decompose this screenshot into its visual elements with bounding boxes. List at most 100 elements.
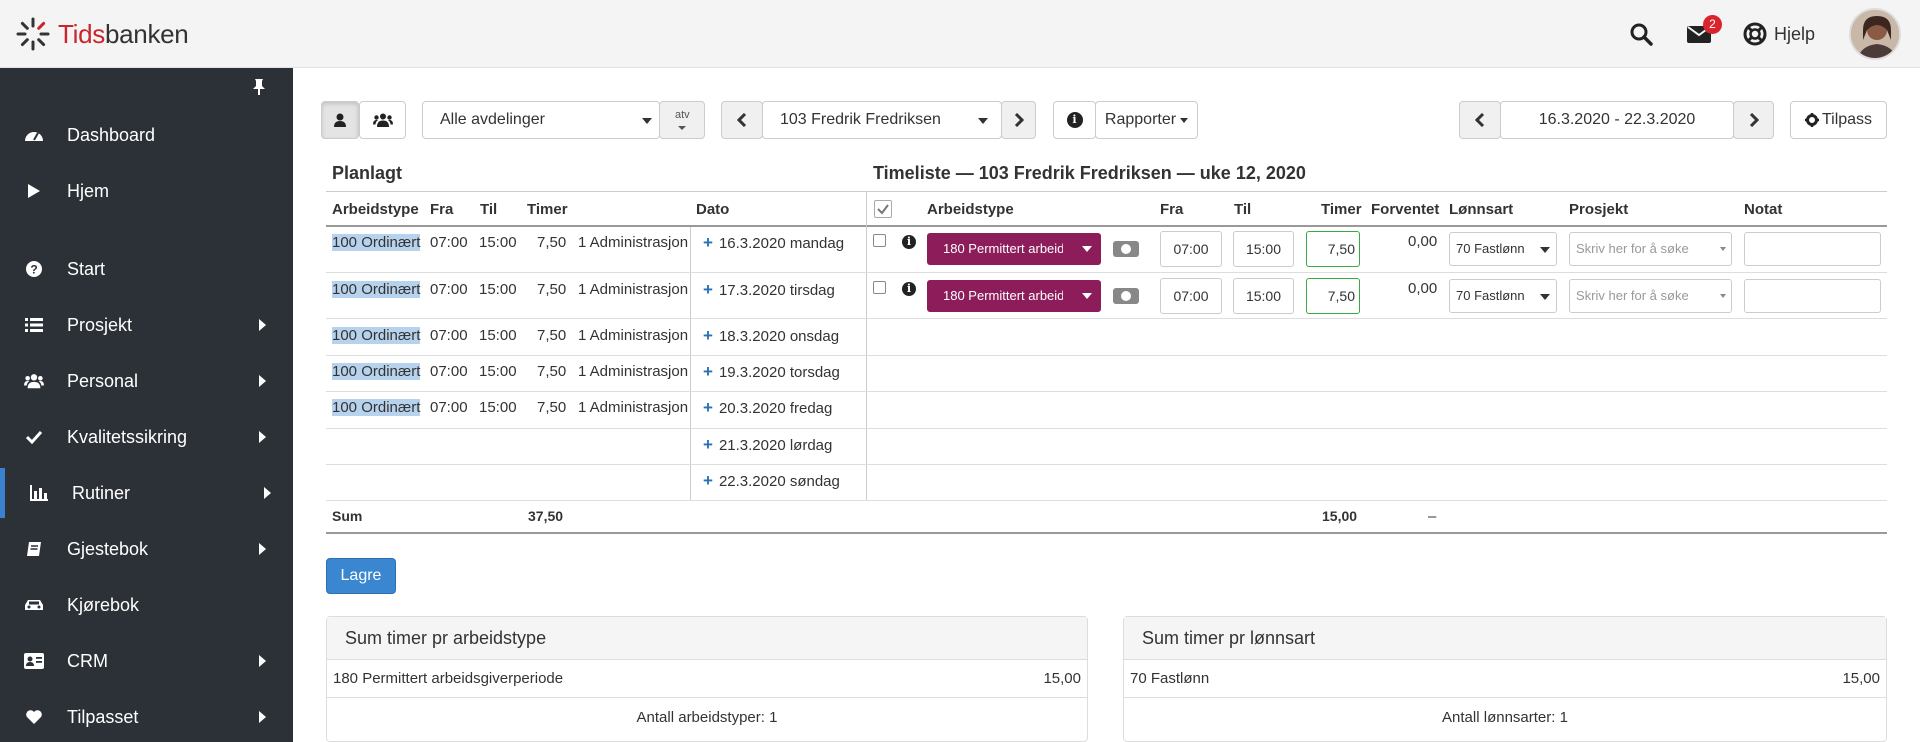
bar-chart-icon (29, 483, 49, 503)
salary-type-select[interactable]: 70 Fastlønn (1449, 279, 1557, 313)
previous-employee-button[interactable] (721, 101, 763, 139)
sidebar-item-hjem[interactable]: Hjem (0, 166, 293, 216)
single-user-view-button[interactable] (321, 101, 359, 139)
row-checkbox[interactable] (873, 234, 886, 247)
timesheet-sum-hours: 15,00 (1322, 508, 1358, 524)
sum-label: Sum (332, 508, 363, 524)
info-icon[interactable]: i (902, 282, 916, 296)
next-week-button[interactable] (1733, 101, 1774, 139)
sidebar-item-label: Prosjekt (67, 314, 133, 335)
planned-date-cell[interactable]: +17.3.2020 tirsdag (703, 280, 835, 300)
salary-type-select[interactable]: 70 Fastlønn (1449, 232, 1557, 266)
planned-date-cell[interactable]: +16.3.2020 mandag (703, 233, 844, 253)
sidebar-item-start[interactable]: ? Start (0, 244, 293, 294)
previous-week-button[interactable] (1459, 101, 1501, 139)
remove-row-button[interactable] (1113, 241, 1139, 257)
to-time-input[interactable]: 15:00 (1233, 278, 1294, 314)
hours-input[interactable]: 7,50 (1306, 278, 1360, 314)
row-rule (326, 272, 1887, 273)
worktype-select-value: 180 Permittert arbeidsgiverperiode (943, 288, 1063, 303)
dropdown-caret-icon (642, 118, 652, 124)
caret-right-icon (259, 543, 266, 555)
from-time-input[interactable]: 07:00 (1160, 231, 1222, 267)
planned-date-cell[interactable]: +21.3.2020 lørdag (703, 435, 832, 455)
planned-from: 07:00 (430, 399, 468, 416)
plus-icon: + (703, 398, 713, 417)
sum-per-salary-type-panel: Sum timer pr lønnsart 70 Fastlønn 15,00 … (1123, 616, 1887, 742)
planned-date-cell[interactable]: +18.3.2020 onsdag (703, 326, 839, 346)
list-item: 70 Fastlønn 15,00 (1124, 660, 1886, 698)
col-header-ts-salary: Lønnsart (1449, 201, 1514, 218)
sidebar-item-personal[interactable]: Personal (0, 356, 293, 406)
summary-value: 15,00 (1043, 670, 1081, 687)
help-link[interactable]: Hjelp (1774, 24, 1815, 45)
sidebar-item-prosjekt[interactable]: Prosjekt (0, 300, 293, 350)
planned-worktype: 100 Ordinært (332, 234, 421, 251)
planned-hours: 7,50 (537, 281, 567, 298)
plus-icon: + (703, 362, 713, 381)
to-time-input[interactable]: 15:00 (1233, 231, 1294, 267)
chevron-right-icon (1014, 113, 1024, 127)
worktype-select[interactable]: 180 Permittert arbeidsgiverperiode (927, 233, 1101, 265)
dropdown-caret-icon (1082, 246, 1092, 252)
planned-hours: 7,50 (537, 234, 567, 251)
info-button[interactable]: i (1053, 101, 1096, 139)
planned-date: 18.3.2020 onsdag (718, 328, 840, 345)
worktype-select[interactable]: 180 Permittert arbeidsgiverperiode (927, 280, 1101, 312)
save-button[interactable]: Lagre (326, 558, 396, 594)
sidebar-item-gjestebok[interactable]: Gjestebok (0, 524, 293, 574)
dashboard-icon (24, 125, 44, 145)
user-avatar[interactable] (1849, 8, 1901, 60)
col-header-hours: Timer (527, 201, 568, 218)
info-icon[interactable]: i (902, 235, 916, 249)
list-item: 180 Permittert arbeidsgiverperiode 15,00 (327, 660, 1087, 698)
planned-date-cell[interactable]: +20.3.2020 fredag (703, 398, 832, 418)
department-select-value: Alle avdelinger (440, 111, 545, 128)
planned-date-cell[interactable]: +22.3.2020 søndag (703, 471, 840, 491)
mail-badge: 2 (1703, 15, 1722, 34)
sidebar-item-crm[interactable]: CRM (0, 636, 293, 686)
employee-select[interactable]: 103 Fredrik Fredriksen (762, 101, 1002, 139)
col-header-ts-to: Til (1234, 201, 1252, 218)
help-lifebuoy-icon[interactable] (1743, 22, 1767, 50)
sidebar-item-kjorebok[interactable]: Kjørebok (0, 580, 293, 630)
chevron-left-icon (737, 113, 747, 127)
project-search-select[interactable]: Skriv her for å søke (1569, 279, 1732, 313)
note-input[interactable] (1744, 232, 1881, 266)
sidebar-item-label: Kjørebok (67, 594, 140, 615)
select-all-checkbox[interactable] (874, 200, 892, 218)
sidebar-item-dashboard[interactable]: Dashboard (0, 110, 293, 160)
project-search-select[interactable]: Skriv her for å søke (1569, 232, 1732, 266)
sidebar-item-kvalitetssikring[interactable]: Kvalitetssikring (0, 412, 293, 462)
reports-dropdown[interactable]: Rapporter (1095, 101, 1198, 139)
row-checkbox[interactable] (873, 281, 886, 294)
hours-input[interactable]: 7,50 (1306, 231, 1360, 267)
plus-icon: + (703, 233, 713, 252)
timesheet-sum-expected: – (1428, 508, 1437, 525)
group-view-button[interactable] (359, 101, 406, 139)
mail-icon[interactable]: 2 (1687, 15, 1722, 48)
customize-button[interactable]: Tilpass (1790, 101, 1887, 139)
panel-title: Sum timer pr lønnsart (1124, 617, 1886, 660)
note-input[interactable] (1744, 279, 1881, 313)
dropdown-caret-icon (1082, 293, 1092, 299)
sidebar-item-tilpasset[interactable]: Tilpasset (0, 692, 293, 742)
users-icon (372, 113, 393, 127)
col-header-to: Til (480, 201, 498, 218)
heart-icon (24, 707, 44, 727)
plus-icon: + (703, 326, 713, 345)
remove-row-button[interactable] (1113, 288, 1139, 304)
tidsbanken-logo[interactable]: Tidsbanken (16, 17, 189, 51)
date-range-picker[interactable]: 16.3.2020 - 22.3.2020 (1500, 101, 1734, 139)
play-icon (24, 181, 44, 201)
department-select[interactable]: Alle avdelinger (422, 101, 660, 139)
sidebar-item-rutiner[interactable]: Rutiner (0, 468, 293, 518)
planned-date-cell[interactable]: +19.3.2020 torsdag (703, 362, 840, 382)
car-icon (24, 595, 44, 615)
next-employee-button[interactable] (1001, 101, 1036, 139)
pin-icon[interactable] (252, 78, 266, 100)
atv-button[interactable]: atv (659, 101, 705, 139)
from-time-input[interactable]: 07:00 (1160, 278, 1222, 314)
search-icon[interactable] (1629, 22, 1653, 50)
dropdown-caret-icon (1720, 247, 1726, 251)
